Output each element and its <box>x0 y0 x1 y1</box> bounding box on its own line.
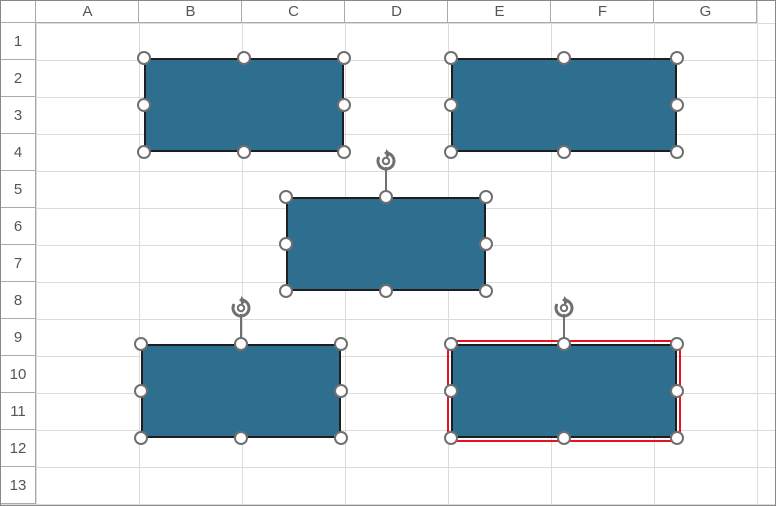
row-header-label: 7 <box>14 255 22 272</box>
col-header-label: C <box>288 3 299 20</box>
resize-handle-ne[interactable] <box>337 51 351 65</box>
resize-handle-ne[interactable] <box>334 337 348 351</box>
row-header-label: 6 <box>14 218 22 235</box>
row-header-8[interactable]: 8 <box>1 282 36 319</box>
resize-handle-se[interactable] <box>337 145 351 159</box>
resize-handle-nw[interactable] <box>444 337 458 351</box>
resize-handle-n[interactable] <box>379 190 393 204</box>
row-header-6[interactable]: 6 <box>1 208 36 245</box>
resize-handle-e[interactable] <box>479 237 493 251</box>
row-header-label: 5 <box>14 181 22 198</box>
col-header-D[interactable]: D <box>345 1 448 23</box>
shape-fill[interactable] <box>144 58 344 152</box>
resize-handle-w[interactable] <box>444 384 458 398</box>
row-header-label: 11 <box>10 403 26 420</box>
resize-handle-sw[interactable] <box>279 284 293 298</box>
shape-fill[interactable] <box>451 58 677 152</box>
resize-handle-ne[interactable] <box>670 51 684 65</box>
col-header-label: D <box>391 3 402 20</box>
resize-handle-nw[interactable] <box>444 51 458 65</box>
row-header-10[interactable]: 10 <box>1 356 36 393</box>
rotation-handle-icon[interactable] <box>552 296 576 320</box>
row-header-label: 8 <box>14 292 22 309</box>
rotation-handle-icon[interactable] <box>229 296 253 320</box>
row-header-3[interactable]: 3 <box>1 97 36 134</box>
resize-handle-n[interactable] <box>557 337 571 351</box>
row-header-label: 13 <box>10 477 27 494</box>
shape-rectangle-2[interactable] <box>451 58 677 152</box>
col-header-label: G <box>700 3 712 20</box>
resize-handle-se[interactable] <box>334 431 348 445</box>
resize-handle-se[interactable] <box>670 431 684 445</box>
shape-fill[interactable] <box>286 197 486 291</box>
resize-handle-nw[interactable] <box>279 190 293 204</box>
shape-fill[interactable] <box>141 344 341 438</box>
col-header-label: E <box>494 3 504 20</box>
resize-handle-se[interactable] <box>479 284 493 298</box>
row-header-1[interactable]: 1 <box>1 23 36 60</box>
resize-handle-e[interactable] <box>670 384 684 398</box>
resize-handle-sw[interactable] <box>134 431 148 445</box>
rotation-handle-icon[interactable] <box>374 149 398 173</box>
shape-rectangle-1[interactable] <box>144 58 344 152</box>
col-header-C[interactable]: C <box>242 1 345 23</box>
row-header-label: 3 <box>14 107 22 124</box>
resize-handle-w[interactable] <box>444 98 458 112</box>
row-header-9[interactable]: 9 <box>1 319 36 356</box>
resize-handle-sw[interactable] <box>444 145 458 159</box>
resize-handle-w[interactable] <box>137 98 151 112</box>
row-header-7[interactable]: 7 <box>1 245 36 282</box>
resize-handle-s[interactable] <box>379 284 393 298</box>
col-header-B[interactable]: B <box>139 1 242 23</box>
col-header-label: A <box>82 3 92 20</box>
resize-handle-sw[interactable] <box>137 145 151 159</box>
resize-handle-nw[interactable] <box>134 337 148 351</box>
row-header-2[interactable]: 2 <box>1 60 36 97</box>
row-header-5[interactable]: 5 <box>1 171 36 208</box>
grid-hline <box>1 467 775 468</box>
resize-handle-n[interactable] <box>237 51 251 65</box>
resize-handle-w[interactable] <box>134 384 148 398</box>
row-header-label: 1 <box>14 33 22 50</box>
resize-handle-s[interactable] <box>237 145 251 159</box>
grid-hline <box>1 319 775 320</box>
row-header-label: 9 <box>14 329 22 346</box>
grid-hline <box>1 23 775 24</box>
resize-handle-nw[interactable] <box>137 51 151 65</box>
resize-handle-s[interactable] <box>557 145 571 159</box>
row-header-13[interactable]: 13 <box>1 467 36 504</box>
row-header-11[interactable]: 11 <box>1 393 36 430</box>
col-header-G[interactable]: G <box>654 1 757 23</box>
resize-handle-n[interactable] <box>557 51 571 65</box>
col-header-E[interactable]: E <box>448 1 551 23</box>
resize-handle-s[interactable] <box>557 431 571 445</box>
shape-rectangle-3[interactable] <box>286 197 486 291</box>
row-header-label: 4 <box>14 144 22 161</box>
resize-handle-e[interactable] <box>670 98 684 112</box>
resize-handle-sw[interactable] <box>444 431 458 445</box>
shape-rectangle-4[interactable] <box>141 344 341 438</box>
resize-handle-s[interactable] <box>234 431 248 445</box>
resize-handle-e[interactable] <box>334 384 348 398</box>
col-header-F[interactable]: F <box>551 1 654 23</box>
row-header-12[interactable]: 12 <box>1 430 36 467</box>
spreadsheet-canvas: ABCDEFG12345678910111213 <box>0 0 776 506</box>
resize-handle-n[interactable] <box>234 337 248 351</box>
col-header-label: B <box>185 3 195 20</box>
col-header-label: F <box>598 3 607 20</box>
resize-handle-ne[interactable] <box>479 190 493 204</box>
resize-handle-e[interactable] <box>337 98 351 112</box>
row-header-4[interactable]: 4 <box>1 134 36 171</box>
grid-corner[interactable] <box>1 1 36 23</box>
row-header-label: 10 <box>10 366 27 383</box>
grid-hline <box>1 504 775 505</box>
col-header-A[interactable]: A <box>36 1 139 23</box>
resize-handle-w[interactable] <box>279 237 293 251</box>
resize-handle-se[interactable] <box>670 145 684 159</box>
shape-rectangle-5[interactable] <box>451 344 677 438</box>
shape-fill[interactable] <box>451 344 677 438</box>
row-header-label: 12 <box>10 440 27 457</box>
resize-handle-ne[interactable] <box>670 337 684 351</box>
row-header-label: 2 <box>14 70 22 87</box>
